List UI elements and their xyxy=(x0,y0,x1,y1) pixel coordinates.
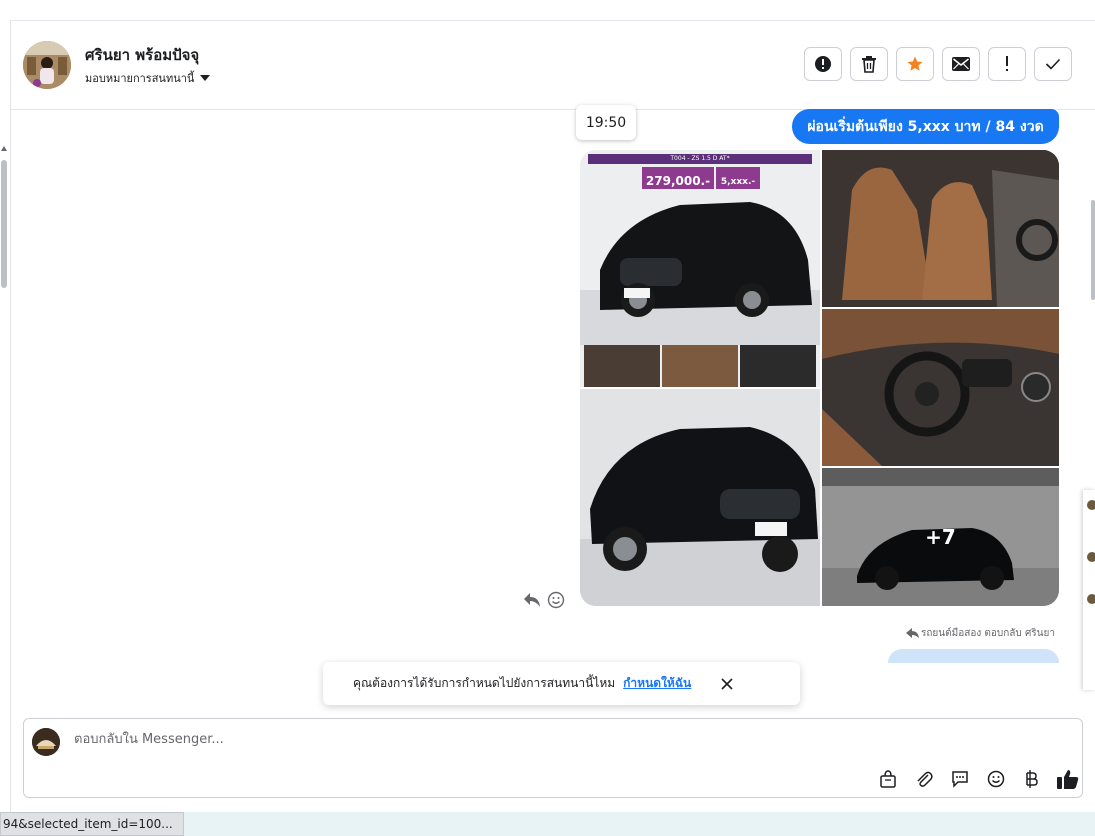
close-toast-button[interactable] xyxy=(719,676,735,692)
car-photo-front-studio[interactable] xyxy=(580,389,820,606)
scrollbar-thumb[interactable] xyxy=(1,160,7,288)
bag-icon xyxy=(880,770,896,788)
scroll-up-arrow-icon[interactable] xyxy=(1,146,7,151)
emoji-react-icon[interactable] xyxy=(547,591,565,609)
status-url: 94&selected_item_id=100... xyxy=(0,812,184,836)
spam-button[interactable] xyxy=(988,47,1026,81)
mark-unread-button[interactable] xyxy=(942,47,980,81)
delete-button[interactable] xyxy=(850,47,888,81)
reply-input[interactable] xyxy=(72,731,776,748)
panel-avatar-icon[interactable] xyxy=(1087,552,1095,562)
more-images-overlay[interactable]: +7 xyxy=(822,468,1059,606)
contact-avatar[interactable] xyxy=(23,41,71,89)
attach-button[interactable] xyxy=(912,767,936,791)
star-icon xyxy=(907,56,923,71)
mark-done-button[interactable] xyxy=(1034,47,1072,81)
toast-text: คุณต้องการได้รับการกำหนดไปยังการสนทนานี้… xyxy=(353,676,616,690)
browser-top-strip xyxy=(0,0,1095,21)
paperclip-icon xyxy=(917,771,933,787)
reply-composer xyxy=(23,718,1083,798)
reply-arrow-icon xyxy=(906,628,919,638)
reply-meta-text: รถยนต์มือสอง ตอบกลับ ศรินยา xyxy=(921,628,1055,639)
car-photo-dashboard[interactable] xyxy=(822,309,1059,466)
reply-icon[interactable] xyxy=(523,592,541,608)
saved-replies-button[interactable] xyxy=(948,767,972,791)
conversation-header: ศรินยา พร้อมปัจจุ มอบหมายการสนทนานี้ xyxy=(11,21,1095,110)
exclamation-icon xyxy=(1006,56,1008,71)
image-attachment-grid[interactable]: T004 - ZS 1.5 D AT* 279,000.- 5,xxx.- +7 xyxy=(580,150,1059,606)
emoji-icon xyxy=(987,770,1005,788)
image-model-banner: T004 - ZS 1.5 D AT* xyxy=(588,154,812,164)
saved-reply-icon xyxy=(952,771,968,788)
trash-icon xyxy=(862,56,876,73)
reply-meta: รถยนต์มือสอง ตอบกลับ ศรินยา xyxy=(906,626,1055,641)
assignment-prompt-toast: คุณต้องการได้รับการกำหนดไปยังการสนทนานี้… xyxy=(323,662,800,705)
baht-icon xyxy=(1026,770,1038,788)
message-timestamp: 19:50 xyxy=(576,105,636,140)
star-button[interactable] xyxy=(896,47,934,81)
image-installment-label: 5,xxx.- xyxy=(716,167,760,189)
like-button[interactable] xyxy=(1056,767,1080,791)
car-photo-side-more[interactable]: +7 xyxy=(822,468,1059,606)
message-actions xyxy=(523,591,565,609)
car-photo-seats[interactable] xyxy=(822,150,1059,307)
close-icon xyxy=(721,677,733,690)
right-side-panel xyxy=(1083,490,1095,690)
image-price-label: 279,000.- xyxy=(642,167,714,189)
header-actions xyxy=(804,47,1072,81)
panel-avatar-icon[interactable] xyxy=(1087,594,1095,604)
contact-name[interactable]: ศรินยา พร้อมปัจจุ xyxy=(85,43,199,67)
outgoing-message-bubble[interactable]: ผ่อนเริ่มต้นเพียง 5,xxx บาท / 84 งวด xyxy=(792,109,1059,144)
image-thumbnail-strip xyxy=(584,345,816,387)
left-scroll-rail[interactable] xyxy=(0,20,11,825)
page-avatar xyxy=(32,728,60,756)
right-scrollbar-thumb[interactable] xyxy=(1091,200,1095,300)
mail-icon xyxy=(952,57,970,71)
assign-conversation-dropdown[interactable]: มอบหมายการสนทนานี้ xyxy=(85,69,211,87)
car-photo-front-with-price[interactable]: T004 - ZS 1.5 D AT* 279,000.- 5,xxx.- xyxy=(580,150,820,387)
caret-down-icon xyxy=(200,75,211,81)
panel-avatar-icon[interactable] xyxy=(1087,500,1095,510)
alert-circle-icon xyxy=(815,56,831,72)
assign-to-me-link[interactable]: กำหนดให้ฉัน xyxy=(623,674,691,693)
check-icon xyxy=(1045,58,1061,70)
partial-message-bubble[interactable] xyxy=(888,649,1059,663)
composer-tools xyxy=(876,767,1080,791)
thumbs-up-icon xyxy=(1057,770,1079,789)
assign-label: มอบหมายการสนทนานี้ xyxy=(85,72,195,85)
emoji-button[interactable] xyxy=(984,767,1008,791)
alert-button[interactable] xyxy=(804,47,842,81)
shop-button[interactable] xyxy=(876,767,900,791)
payment-button[interactable] xyxy=(1020,767,1044,791)
